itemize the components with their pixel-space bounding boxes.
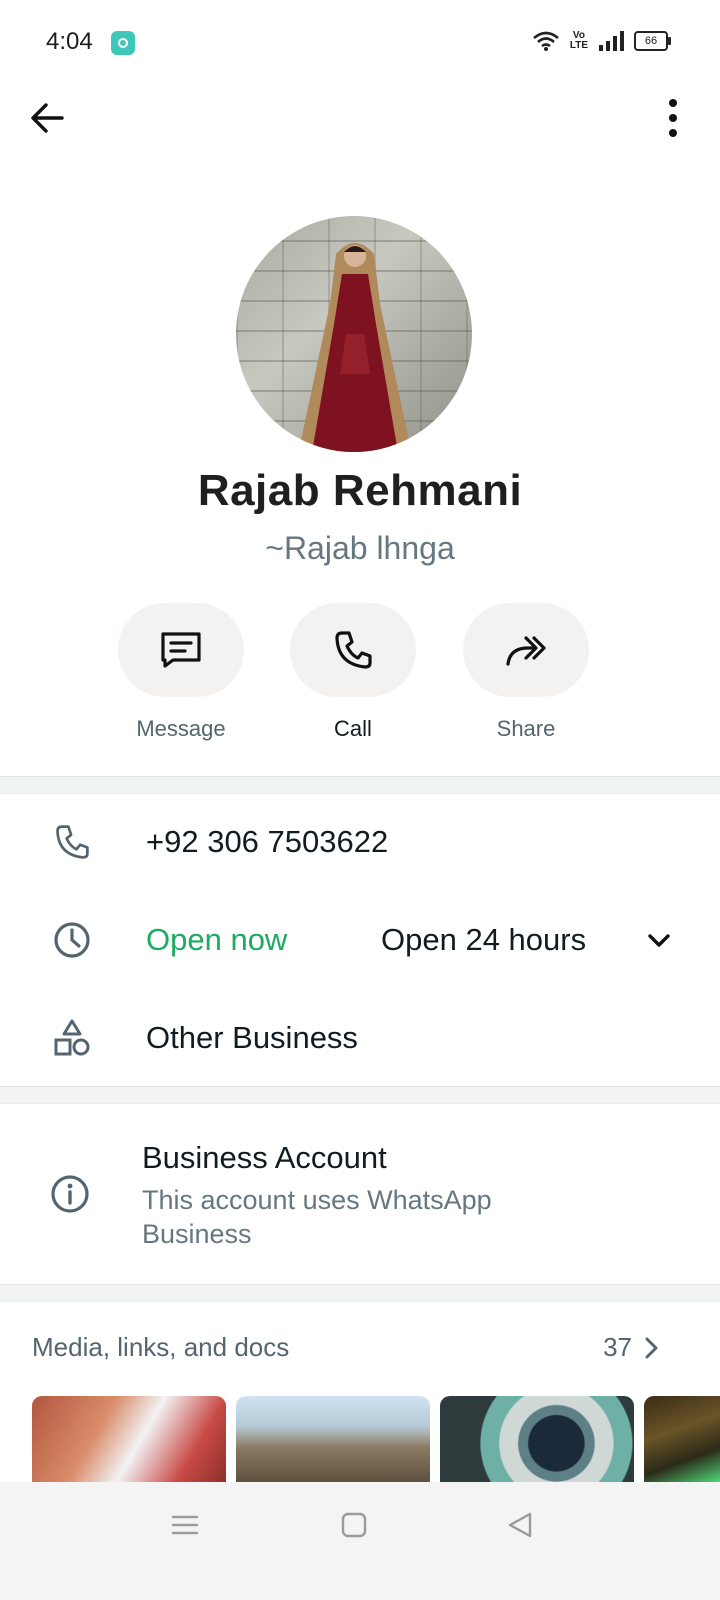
more-vertical-icon xyxy=(669,99,677,137)
business-hours[interactable]: Open 24 hours xyxy=(381,922,586,958)
contact-push-name: ~Rajab lhnga xyxy=(265,530,455,566)
contact-name: Rajab Rehmani xyxy=(197,466,523,515)
media-thumbnail[interactable] xyxy=(32,1396,226,1482)
profile-photo[interactable] xyxy=(236,216,472,452)
share-button-label: Share xyxy=(496,716,556,741)
back-button[interactable] xyxy=(26,96,70,140)
call-button-label: Call xyxy=(334,716,372,741)
media-thumbnail[interactable] xyxy=(236,1396,430,1482)
business-account-title: Business Account xyxy=(142,1140,387,1175)
media-thumbnail[interactable] xyxy=(644,1396,720,1482)
menu-icon xyxy=(171,1515,199,1535)
signal-icon xyxy=(599,31,624,51)
wifi-icon xyxy=(533,31,559,51)
more-options-button[interactable] xyxy=(660,96,686,140)
battery-icon: 66 xyxy=(634,31,671,51)
arrow-left-icon xyxy=(31,103,64,133)
message-button[interactable] xyxy=(118,603,244,697)
clock-icon xyxy=(54,922,90,958)
business-account-description: This account uses WhatsApp Business xyxy=(142,1185,492,1249)
square-icon xyxy=(341,1512,367,1538)
media-open-button[interactable] xyxy=(640,1334,662,1362)
media-count[interactable]: 37 xyxy=(603,1332,632,1363)
status-icons: Vo LTE 66 xyxy=(532,30,671,52)
triangle-back-icon xyxy=(508,1512,532,1538)
info-icon xyxy=(51,1175,89,1213)
share-icon xyxy=(506,636,546,666)
business-category: Other Business xyxy=(146,1020,358,1055)
hours-row-icon xyxy=(52,920,92,960)
shapes-icon xyxy=(54,1019,90,1056)
section-divider xyxy=(0,1284,720,1302)
expand-hours-button[interactable] xyxy=(644,926,674,956)
media-thumbnail[interactable] xyxy=(440,1396,634,1482)
call-button[interactable] xyxy=(290,603,416,697)
phone-row-icon xyxy=(52,822,92,862)
volte-indicator: Vo LTE xyxy=(569,30,588,51)
status-time: 4:04 xyxy=(46,28,93,55)
section-divider xyxy=(0,1086,720,1104)
open-status[interactable]: Open now xyxy=(146,922,287,958)
category-row-icon xyxy=(52,1018,92,1058)
info-row-icon xyxy=(50,1174,90,1214)
share-button[interactable] xyxy=(463,603,589,697)
chevron-right-icon xyxy=(645,1337,658,1359)
phone-icon xyxy=(56,825,89,859)
message-icon xyxy=(161,632,201,668)
system-back-button[interactable] xyxy=(505,1510,535,1540)
phone-number[interactable]: +92 306 7503622 xyxy=(146,824,388,860)
media-section-title[interactable]: Media, links, and docs xyxy=(32,1332,289,1363)
profile-photo-figure xyxy=(298,243,412,452)
home-button[interactable] xyxy=(339,1510,369,1540)
section-divider xyxy=(0,776,720,794)
message-button-label: Message xyxy=(136,716,226,741)
phone-icon xyxy=(335,631,372,669)
system-navigation-bar xyxy=(0,1482,720,1600)
recent-apps-button[interactable] xyxy=(170,1510,200,1540)
chevron-down-icon xyxy=(648,934,670,947)
app-notification-icon xyxy=(111,31,135,55)
